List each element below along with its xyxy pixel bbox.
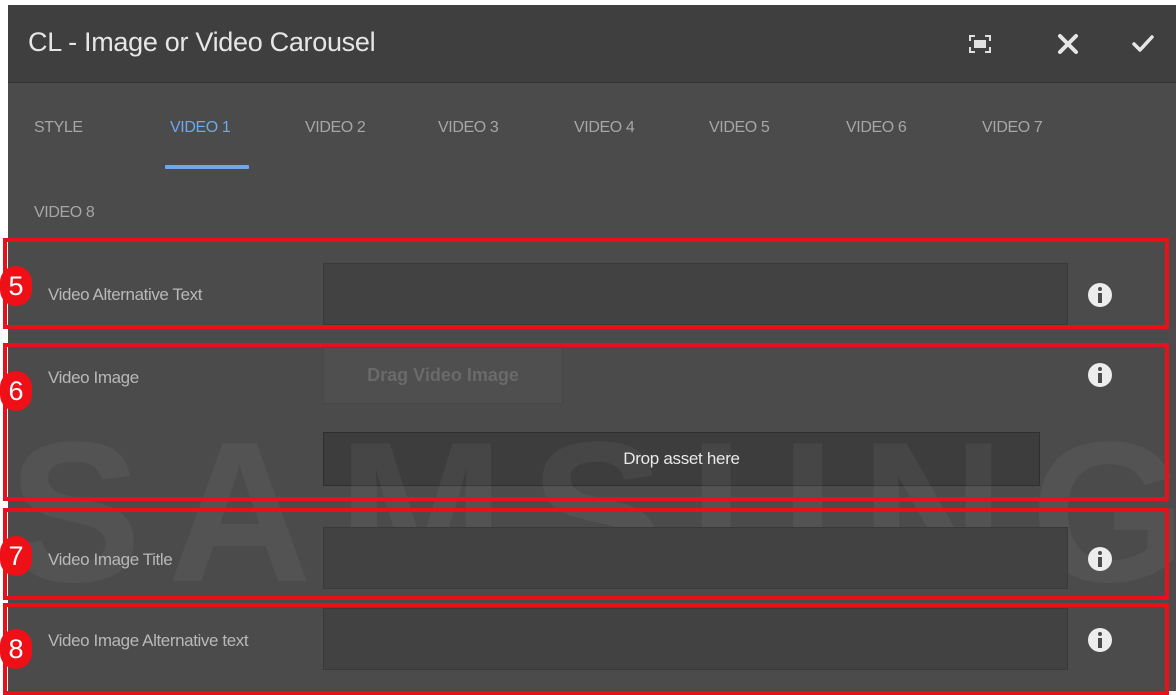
drag-video-image-button[interactable]: Drag Video Image bbox=[323, 347, 563, 404]
callout-badge-6: 6 bbox=[0, 371, 32, 411]
dialog-title: CL - Image or Video Carousel bbox=[28, 27, 376, 57]
info-icon[interactable] bbox=[1087, 282, 1113, 308]
callout-badge-7: 7 bbox=[0, 536, 32, 576]
callout-badge-5: 5 bbox=[0, 266, 32, 306]
callout-badge-8: 8 bbox=[0, 629, 32, 669]
tab-video-2[interactable]: VIDEO 2 bbox=[305, 119, 366, 137]
info-icon[interactable] bbox=[1087, 546, 1113, 572]
tab-video-3[interactable]: VIDEO 3 bbox=[438, 119, 499, 137]
video-alt-text-label: Video Alternative Text bbox=[48, 285, 203, 304]
info-icon[interactable] bbox=[1087, 362, 1113, 388]
video-image-alt-text-label: Video Image Alternative text bbox=[48, 631, 249, 650]
confirm-check-icon[interactable] bbox=[1128, 29, 1158, 59]
video-alt-text-input[interactable] bbox=[323, 263, 1068, 325]
tab-style[interactable]: STYLE bbox=[34, 119, 83, 137]
fullscreen-icon[interactable] bbox=[965, 29, 995, 59]
video-image-title-label: Video Image Title bbox=[48, 550, 173, 569]
close-icon[interactable] bbox=[1053, 29, 1083, 59]
tab-video-4[interactable]: VIDEO 4 bbox=[574, 119, 635, 137]
tab-bar: STYLE VIDEO 1 VIDEO 2 VIDEO 3 VIDEO 4 VI… bbox=[8, 105, 1176, 175]
video-image-label: Video Image bbox=[48, 368, 139, 387]
info-icon[interactable] bbox=[1087, 627, 1113, 653]
video-image-title-input[interactable] bbox=[323, 527, 1068, 589]
asset-drop-zone[interactable]: Drop asset here bbox=[323, 432, 1040, 486]
dialog: CL - Image or Video Carousel STYLE VIDEO… bbox=[8, 5, 1176, 691]
tab-video-7[interactable]: VIDEO 7 bbox=[982, 119, 1043, 137]
video-image-alt-text-input[interactable] bbox=[323, 608, 1068, 670]
tab-video-1[interactable]: VIDEO 1 bbox=[170, 119, 231, 137]
tab-video-8[interactable]: VIDEO 8 bbox=[34, 204, 95, 222]
dialog-header: CL - Image or Video Carousel bbox=[8, 5, 1176, 83]
tab-video-6[interactable]: VIDEO 6 bbox=[846, 119, 907, 137]
active-tab-indicator bbox=[165, 165, 249, 169]
tab-video-5[interactable]: VIDEO 5 bbox=[709, 119, 770, 137]
